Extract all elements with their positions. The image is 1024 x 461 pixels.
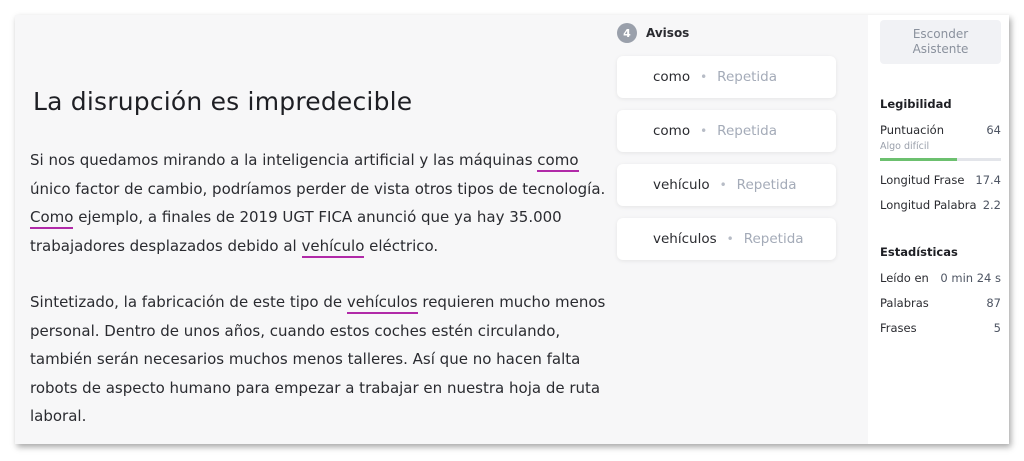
sentence-count-row: Frases 5 (880, 321, 1001, 335)
warning-type: Repetida (736, 177, 797, 193)
warning-word: como (653, 123, 691, 139)
text-segment: único factor de cambio, podríamos perder… (30, 179, 606, 198)
highlighted-word[interactable]: Como (30, 208, 74, 229)
word-count-row: Palabras 87 (880, 296, 1001, 310)
warnings-title: Avisos (646, 26, 690, 40)
warning-card[interactable]: como • Repetida (617, 110, 836, 152)
warning-card[interactable]: como • Repetida (617, 56, 836, 98)
readability-title: Legibilidad (880, 97, 952, 111)
warning-type: Repetida (743, 231, 804, 247)
text-segment: ejemplo, a finales de 2019 UGT FICA anun… (30, 208, 562, 255)
warnings-count-badge: 4 (617, 23, 637, 43)
score-progress-fill (880, 158, 958, 161)
read-time-value: 0 min 24 s (940, 271, 1001, 285)
document-title[interactable]: La disrupción es impredecible (33, 87, 412, 116)
score-description: Algo difícil (880, 141, 930, 152)
separator-dot-icon: • (700, 70, 708, 84)
highlighted-word[interactable]: vehículos (346, 293, 418, 314)
word-length-row: Longitud Palabra 2.2 (880, 198, 1001, 212)
warning-card[interactable]: vehículo • Repetida (617, 164, 836, 206)
sentence-count-value: 5 (993, 321, 1001, 335)
warning-word: vehículos (653, 231, 717, 247)
sentence-length-label: Longitud Frase (880, 173, 965, 187)
hide-assistant-button[interactable]: Esconder Asistente (880, 20, 1001, 64)
separator-dot-icon: • (726, 232, 734, 246)
read-time-row: Leído en 0 min 24 s (880, 271, 1001, 285)
warning-word: como (653, 69, 691, 85)
warnings-header: 4 Avisos (617, 23, 689, 43)
warnings-panel: 4 Avisos como • Repetida como • Repetida… (613, 15, 868, 444)
read-time-label: Leído en (880, 271, 929, 285)
word-length-value: 2.2 (982, 198, 1001, 212)
warning-card[interactable]: vehículos • Repetida (617, 218, 836, 260)
paragraph-1[interactable]: Si nos quedamos mirando a la inteligenci… (30, 146, 610, 260)
word-count-value: 87 (986, 296, 1001, 310)
paragraph-2[interactable]: Sintetizado, la fabricación de este tipo… (30, 288, 610, 431)
word-count-label: Palabras (880, 296, 929, 310)
warning-type: Repetida (717, 69, 778, 85)
separator-dot-icon: • (719, 178, 727, 192)
stats-title: Estadísticas (880, 245, 958, 259)
text-editor[interactable]: La disrupción es impredecible Si nos que… (15, 15, 613, 444)
sentence-length-value: 17.4 (975, 173, 1001, 187)
sentence-length-row: Longitud Frase 17.4 (880, 173, 1001, 187)
hide-button-label: Asistente (912, 42, 969, 56)
text-segment: Sintetizado, la fabricación de este tipo… (30, 293, 347, 311)
text-segment: Si nos quedamos mirando a la inteligenci… (30, 151, 538, 169)
score-row: Puntuación 64 (880, 123, 1001, 137)
warning-word: vehículo (653, 177, 710, 193)
assistant-sidebar: Esconder Asistente Legibilidad Puntuación… (868, 15, 1009, 444)
separator-dot-icon: • (700, 124, 708, 138)
score-value: 64 (986, 123, 1001, 137)
text-segment: requieren mucho menos personal. Dentro d… (30, 293, 606, 425)
app-window: La disrupción es impredecible Si nos que… (15, 15, 1009, 444)
score-progress-bar (880, 158, 1001, 161)
text-segment: eléctrico. (364, 236, 439, 255)
highlighted-word[interactable]: como (537, 151, 579, 172)
sentence-count-label: Frases (880, 321, 917, 335)
highlighted-word[interactable]: vehículo (301, 236, 365, 258)
warning-type: Repetida (717, 123, 778, 139)
word-length-label: Longitud Palabra (880, 198, 977, 212)
hide-button-label: Esconder (912, 27, 969, 41)
score-label: Puntuación (880, 123, 944, 137)
